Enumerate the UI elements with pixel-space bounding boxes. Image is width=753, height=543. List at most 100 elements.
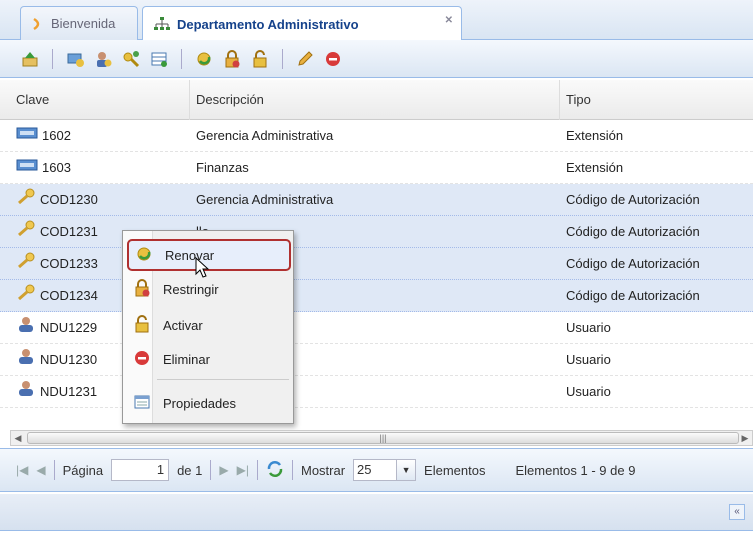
tab-bar: Bienvenida Departamento Administrativo ✕ [0, 0, 753, 41]
add-extension-icon[interactable] [63, 47, 87, 71]
row-clave: 1603 [42, 160, 71, 175]
tab-departamento-administrativo[interactable]: Departamento Administrativo ✕ [142, 6, 462, 41]
scroll-right-icon[interactable]: ▶ [738, 431, 752, 445]
paging-toolbar: |◀ ◀ Página 1 de 1 ▶ ▶| Mostrar 25 ▼ Ele… [0, 448, 753, 492]
toolbar-separator [181, 48, 182, 69]
table-row[interactable]: COD1233 Guzman Código de Autorización [0, 248, 753, 280]
grid-header: Clave Descripción Tipo [0, 80, 753, 120]
row-tipo: Usuario [566, 320, 611, 335]
row-clave: NDU1229 [40, 320, 98, 335]
row-clave: COD1230 [40, 192, 98, 207]
table-row[interactable]: 1602 Gerencia Administrativa Extensión [0, 120, 753, 152]
user-icon [16, 344, 36, 376]
key-icon [16, 248, 36, 280]
row-tipo: Código de Autorización [566, 224, 700, 239]
key-icon [16, 280, 36, 312]
refresh-icon[interactable] [266, 460, 284, 481]
menu-item-label: Restringir [163, 281, 219, 297]
delete-icon[interactable] [321, 47, 345, 71]
org-chart-icon [153, 16, 171, 32]
table-row[interactable]: NDU1229 llo Navarro Usuario [0, 312, 753, 344]
page-size-select[interactable]: 25 [353, 459, 398, 481]
menu-separator [157, 379, 289, 380]
restrict-icon[interactable] [220, 47, 244, 71]
horizontal-scrollbar[interactable]: ◀ ||| ▶ [10, 430, 753, 446]
tab-label: Departamento Administrativo [177, 16, 359, 32]
scroll-left-icon[interactable]: ◀ [11, 431, 25, 445]
upload-icon[interactable] [18, 47, 42, 71]
tab-bienvenida[interactable]: Bienvenida [20, 6, 138, 40]
menu-item-activar[interactable]: Activar [127, 309, 291, 341]
table-row[interactable]: NDU1231 osa Usuario [0, 376, 753, 408]
table-row[interactable]: COD1230 Gerencia Administrativa Código d… [0, 184, 753, 216]
menu-item-propiedades[interactable]: Propiedades [127, 387, 291, 419]
key-icon [16, 184, 36, 216]
key-icon [16, 216, 36, 248]
row-clave: 1602 [42, 128, 71, 143]
user-icon [16, 312, 36, 344]
page-label: Página [62, 462, 104, 478]
row-tipo: Código de Autorización [566, 256, 700, 271]
show-label: Mostrar [300, 462, 346, 478]
activate-icon[interactable] [248, 47, 272, 71]
table-row[interactable]: 1603 Finanzas Extensión [0, 152, 753, 184]
grid-properties-icon[interactable] [147, 47, 171, 71]
renew-icon [135, 245, 153, 266]
scrollbar-thumb[interactable]: ||| [27, 432, 739, 444]
next-page-icon[interactable]: ▶ [219, 463, 228, 477]
phone-extension-icon [16, 120, 38, 152]
row-clave: COD1231 [40, 224, 98, 239]
edit-icon[interactable] [293, 47, 317, 71]
phone-extension-icon [16, 152, 38, 184]
row-tipo: Código de Autorización [566, 192, 700, 207]
add-key-icon[interactable] [119, 47, 143, 71]
row-descripcion: Gerencia Administrativa [196, 192, 334, 207]
row-descripcion: Finanzas [196, 160, 249, 175]
table-row[interactable]: NDU1230 errero Galván Usuario [0, 344, 753, 376]
toolbar-separator [282, 48, 283, 69]
row-descripcion: Gerencia Administrativa [196, 128, 334, 143]
expand-icon[interactable]: « [729, 504, 745, 520]
table-row[interactable]: COD1234 o Código de Autorización [0, 280, 753, 312]
row-tipo: Usuario [566, 384, 611, 399]
column-header-tipo[interactable]: Tipo [560, 80, 753, 120]
menu-item-label: Activar [163, 317, 203, 333]
row-clave: NDU1230 [40, 352, 98, 367]
row-tipo: Extensión [566, 160, 624, 175]
activate-icon [133, 314, 151, 336]
row-tipo: Extensión [566, 128, 624, 143]
row-clave: COD1234 [40, 288, 98, 303]
range-text: Elementos 1 - 9 de 9 [515, 462, 636, 478]
close-icon[interactable]: ✕ [445, 15, 453, 26]
row-tipo: Usuario [566, 352, 611, 367]
last-page-icon[interactable]: ▶| [237, 463, 249, 477]
add-user-icon[interactable] [91, 47, 115, 71]
restrict-icon [133, 278, 151, 300]
tab-label: Bienvenida [51, 16, 116, 31]
prev-page-icon[interactable]: ◀ [36, 463, 45, 477]
column-header-descripcion[interactable]: Descripción [190, 80, 560, 120]
column-header-clave[interactable]: Clave [10, 80, 190, 120]
toolbar-separator [52, 48, 53, 69]
context-menu: Renovar Restringir Activar Eliminar Prop… [122, 230, 294, 424]
delete-icon [133, 349, 151, 370]
elements-label: Elementos [424, 462, 486, 478]
status-footer: « [0, 494, 753, 531]
toolbar [0, 40, 753, 78]
first-page-icon[interactable]: |◀ [16, 463, 28, 477]
menu-item-eliminar[interactable]: Eliminar [127, 343, 291, 375]
toolbar-separator [210, 460, 212, 480]
page-of-label: de 1 [177, 462, 203, 478]
welcome-icon [31, 17, 45, 31]
pointer-cursor-icon [195, 256, 211, 282]
grid-body: 1602 Gerencia Administrativa Extensión 1… [0, 120, 753, 408]
page-input[interactable]: 1 [111, 459, 170, 481]
properties-icon [133, 393, 151, 414]
chevron-down-icon[interactable]: ▼ [396, 459, 417, 481]
table-row[interactable]: COD1231 llo Código de Autorización [0, 216, 753, 248]
menu-item-label: Propiedades [163, 395, 236, 411]
toolbar-separator [53, 460, 55, 480]
row-clave: NDU1231 [40, 384, 98, 399]
user-icon [16, 376, 36, 408]
renew-icon[interactable] [192, 47, 216, 71]
